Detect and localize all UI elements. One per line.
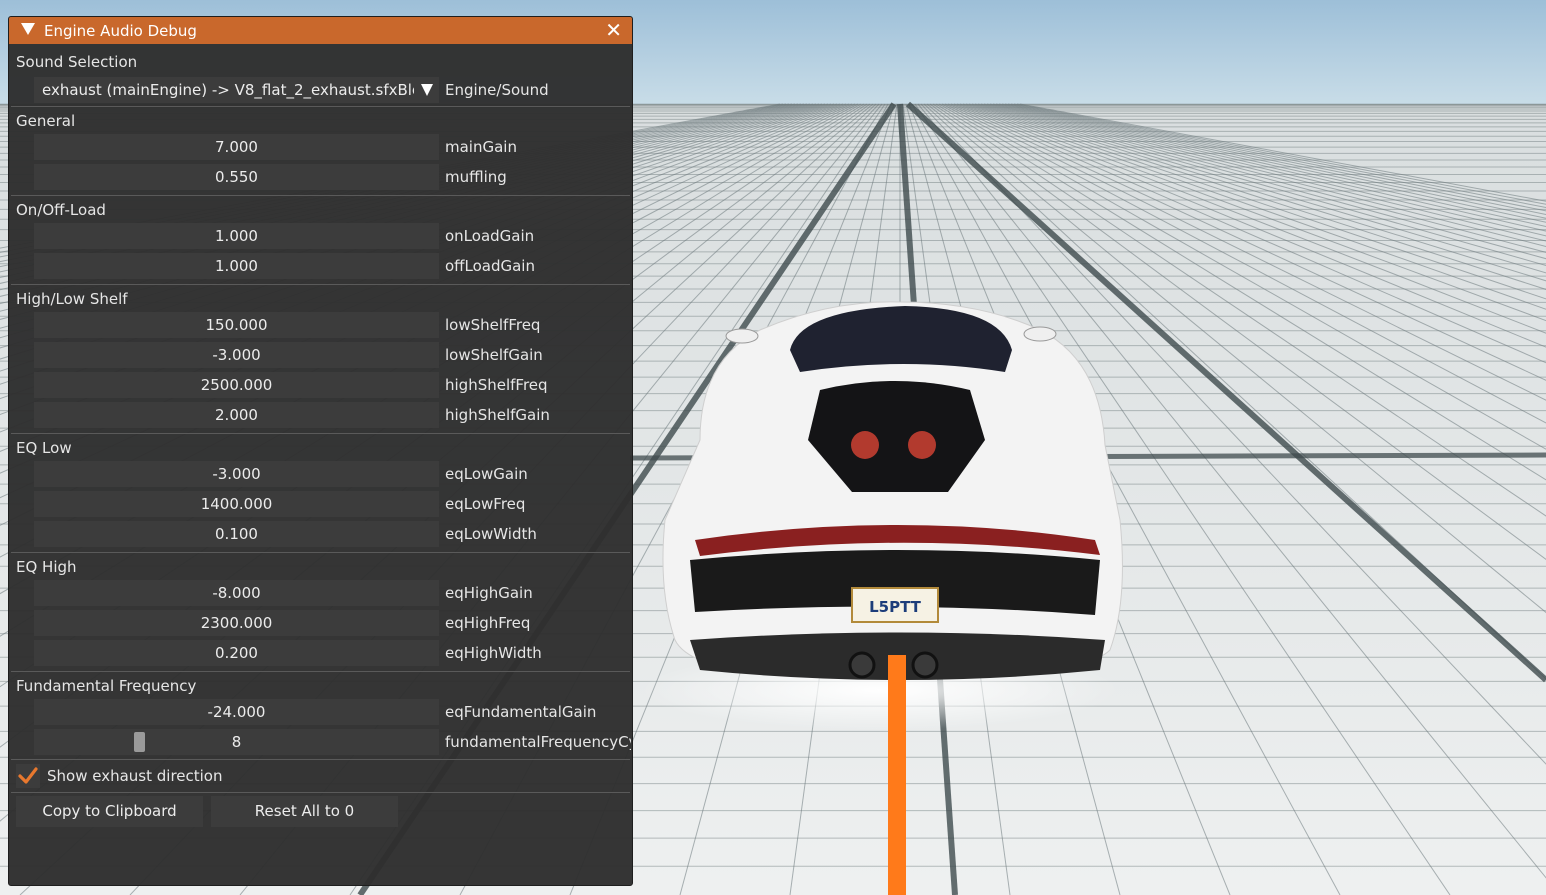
onLoadGain-label: onLoadGain: [445, 227, 535, 245]
mainGain-field[interactable]: 7.000: [34, 134, 439, 160]
offLoadGain-field[interactable]: 1.000: [34, 253, 439, 279]
dropdown-arrow-icon: [421, 84, 433, 96]
window-titlebar[interactable]: Engine Audio Debug ✕: [9, 17, 632, 44]
slider-grab-handle[interactable]: [134, 732, 145, 752]
eqHighGain-field[interactable]: -8.000: [34, 580, 439, 606]
highShelfGain-field[interactable]: 2.000: [34, 402, 439, 428]
section-shelf: High/Low Shelf: [16, 290, 128, 308]
param-row-lowShelfFreq: 150.000 lowShelfFreq: [9, 312, 629, 338]
lowShelfGain-label: lowShelfGain: [445, 346, 543, 364]
sound-select-dropdown[interactable]: exhaust (mainEngine) -> V8_flat_2_exhaus…: [34, 77, 439, 103]
muffling-label: muffling: [445, 168, 507, 186]
collapse-triangle-icon[interactable]: [21, 23, 35, 35]
param-row-muffling: 0.550 muffling: [9, 164, 629, 190]
param-row-eqHighGain: -8.000 eqHighGain: [9, 580, 629, 606]
sound-select-value: exhaust (mainEngine) -> V8_flat_2_exhaus…: [42, 81, 414, 99]
section-eq-high: EQ High: [16, 558, 77, 576]
divider: [11, 552, 630, 553]
section-fundamental: Fundamental Frequency: [16, 677, 197, 695]
eqFundamentalGain-label: eqFundamentalGain: [445, 703, 597, 721]
fundamentalFrequencyCyl-value: 8: [231, 733, 242, 751]
eqLowWidth-label: eqLowWidth: [445, 525, 537, 543]
license-plate: L5PTT: [869, 598, 922, 616]
close-icon[interactable]: ✕: [605, 20, 622, 40]
section-eq-low: EQ Low: [16, 439, 72, 457]
lowShelfFreq-label: lowShelfFreq: [445, 316, 541, 334]
eqLowWidth-field[interactable]: 0.100: [34, 521, 439, 547]
divider: [11, 671, 630, 672]
reset-all-button[interactable]: Reset All to 0: [211, 796, 398, 827]
lowShelfFreq-field[interactable]: 150.000: [34, 312, 439, 338]
exhaust-direction-ray: [888, 655, 906, 895]
eqHighWidth-field[interactable]: 0.200: [34, 640, 439, 666]
highShelfFreq-field[interactable]: 2500.000: [34, 372, 439, 398]
param-row-eqLowGain: -3.000 eqLowGain: [9, 461, 629, 487]
section-onoff-load: On/Off-Load: [16, 201, 106, 219]
param-row-eqFundamentalGain: -24.000 eqFundamentalGain: [9, 699, 629, 725]
param-row-eqHighWidth: 0.200 eqHighWidth: [9, 640, 629, 666]
param-row-onLoadGain: 1.000 onLoadGain: [9, 223, 629, 249]
section-sound-selection: Sound Selection: [16, 53, 138, 71]
checkmark-icon: [18, 767, 38, 784]
param-row-fundamentalFrequencyCyl: 8 fundamentalFrequencyCyl: [9, 729, 631, 755]
highShelfGain-label: highShelfGain: [445, 406, 550, 424]
eqLowGain-label: eqLowGain: [445, 465, 528, 483]
eqLowFreq-field[interactable]: 1400.000: [34, 491, 439, 517]
param-row-eqLowFreq: 1400.000 eqLowFreq: [9, 491, 629, 517]
eqLowGain-field[interactable]: -3.000: [34, 461, 439, 487]
window-title: Engine Audio Debug: [44, 22, 197, 40]
car: L5PTT: [662, 301, 1123, 680]
show-exhaust-checkbox[interactable]: [16, 764, 40, 788]
divider: [11, 759, 630, 760]
section-general: General: [16, 112, 76, 130]
divider: [11, 195, 630, 196]
param-row-eqHighFreq: 2300.000 eqHighFreq: [9, 610, 629, 636]
eqFundamentalGain-field[interactable]: -24.000: [34, 699, 439, 725]
highShelfFreq-label: highShelfFreq: [445, 376, 548, 394]
param-row-eqLowWidth: 0.100 eqLowWidth: [9, 521, 629, 547]
fundamentalFrequencyCyl-slider[interactable]: 8: [34, 729, 439, 755]
param-row-highShelfFreq: 2500.000 highShelfFreq: [9, 372, 629, 398]
eqHighFreq-field[interactable]: 2300.000: [34, 610, 439, 636]
param-row-highShelfGain: 2.000 highShelfGain: [9, 402, 629, 428]
show-exhaust-label[interactable]: Show exhaust direction: [47, 764, 223, 788]
eqHighFreq-label: eqHighFreq: [445, 614, 531, 632]
divider: [11, 433, 630, 434]
fundamentalFrequencyCyl-label: fundamentalFrequencyCyl: [445, 733, 631, 751]
eqLowFreq-label: eqLowFreq: [445, 495, 526, 513]
engine-audio-debug-window[interactable]: Engine Audio Debug ✕ Sound Selection exh…: [8, 16, 633, 886]
sound-select-label: Engine/Sound: [445, 81, 549, 99]
eqHighGain-label: eqHighGain: [445, 584, 533, 602]
copy-to-clipboard-button[interactable]: Copy to Clipboard: [16, 796, 203, 827]
eqHighWidth-label: eqHighWidth: [445, 644, 542, 662]
divider: [11, 792, 630, 793]
divider: [11, 284, 630, 285]
param-row-offLoadGain: 1.000 offLoadGain: [9, 253, 629, 279]
onLoadGain-field[interactable]: 1.000: [34, 223, 439, 249]
muffling-field[interactable]: 0.550: [34, 164, 439, 190]
param-row-lowShelfGain: -3.000 lowShelfGain: [9, 342, 629, 368]
divider: [11, 106, 630, 107]
offLoadGain-label: offLoadGain: [445, 257, 535, 275]
mainGain-label: mainGain: [445, 138, 517, 156]
lowShelfGain-field[interactable]: -3.000: [34, 342, 439, 368]
param-row-mainGain: 7.000 mainGain: [9, 134, 629, 160]
